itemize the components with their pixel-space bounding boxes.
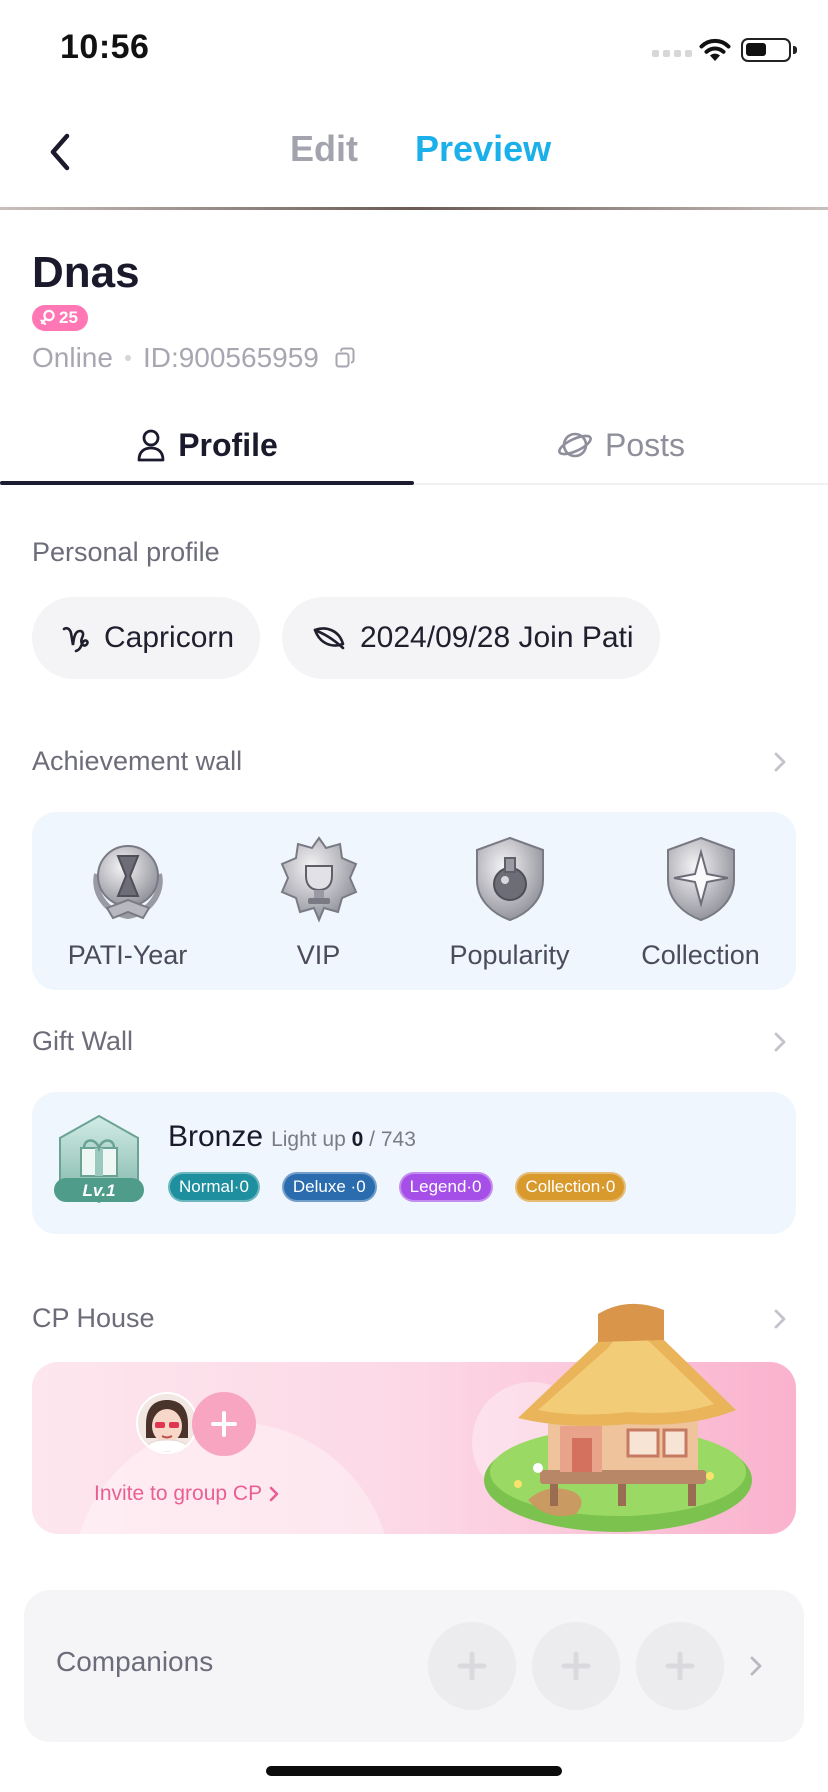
gift-light-up-prefix: Light up bbox=[271, 1128, 346, 1151]
gift-wall-card[interactable]: Lv.1 Bronze Light up 0 / 743 Normal·0 De… bbox=[32, 1092, 796, 1234]
house-illustration-icon bbox=[484, 1303, 752, 1532]
gift-wall-title: Gift Wall bbox=[32, 1026, 133, 1056]
leaf-icon bbox=[313, 627, 345, 650]
companions-chevron-right-icon[interactable] bbox=[748, 1656, 764, 1676]
plus-icon bbox=[561, 1651, 591, 1681]
tab-posts[interactable]: Posts bbox=[414, 405, 828, 485]
badge-collection[interactable]: Collection bbox=[605, 812, 796, 990]
nav-divider bbox=[0, 207, 828, 210]
cp-house-title: CP House bbox=[32, 1303, 155, 1333]
cellular-signal-icon bbox=[652, 50, 692, 57]
cp-house-chevron-right-icon[interactable] bbox=[770, 1309, 790, 1329]
plus-icon bbox=[211, 1411, 237, 1437]
badge-label: PATI-Year bbox=[67, 940, 188, 970]
companion-slot-add[interactable] bbox=[428, 1622, 516, 1710]
achievement-chevron-right-icon[interactable] bbox=[770, 752, 790, 772]
zodiac-label: Capricorn bbox=[104, 621, 235, 654]
gift-lit-count: 0 bbox=[351, 1128, 364, 1151]
gift-category-pills: Normal·0 Deluxe ·0 Legend·0 Collection·0 bbox=[168, 1172, 627, 1202]
gift-rank-name: Bronze bbox=[168, 1120, 264, 1153]
badge-label: Collection bbox=[641, 940, 760, 970]
star-medal-icon bbox=[666, 836, 735, 922]
potion-medal-icon bbox=[475, 836, 544, 922]
user-id: ID:900565959 bbox=[142, 342, 319, 373]
companions-label: Companions bbox=[56, 1646, 214, 1677]
tab-indicator bbox=[0, 481, 414, 485]
home-indicator[interactable] bbox=[266, 1766, 562, 1776]
pill-collection: Collection·0 bbox=[514, 1172, 627, 1202]
user-meta: Online ID:900565959 bbox=[32, 342, 357, 374]
hourglass-medal-icon bbox=[92, 845, 163, 920]
achievement-wall-title: Achievement wall bbox=[32, 746, 243, 776]
companion-slot-add[interactable] bbox=[636, 1622, 724, 1710]
tab-posts-label: Posts bbox=[604, 426, 686, 463]
chevron-right-icon bbox=[269, 1486, 279, 1502]
personal-profile-title: Personal profile bbox=[32, 537, 220, 567]
profile-tabs: Profile Posts bbox=[0, 405, 828, 485]
achievement-card[interactable]: PATI-Year VIP Popularity Collection bbox=[32, 812, 796, 990]
pill-normal: Normal·0 bbox=[168, 1172, 260, 1202]
join-date-chip: 2024/09/28 Join Pati bbox=[282, 597, 660, 679]
trophy-medal-icon bbox=[280, 836, 357, 923]
add-cp-button[interactable] bbox=[192, 1392, 256, 1456]
online-status: Online bbox=[32, 342, 113, 373]
female-icon bbox=[40, 309, 55, 326]
gift-wall-chevron-right-icon[interactable] bbox=[770, 1032, 790, 1052]
badge-label: Popularity bbox=[449, 940, 570, 970]
copy-icon[interactable] bbox=[333, 346, 357, 370]
tab-profile[interactable]: Profile bbox=[0, 405, 414, 485]
back-button[interactable] bbox=[30, 122, 90, 182]
avatar[interactable] bbox=[136, 1392, 198, 1454]
gift-total: / 743 bbox=[369, 1128, 416, 1151]
capricorn-icon bbox=[62, 626, 89, 653]
badge-vip[interactable]: VIP bbox=[223, 812, 414, 990]
zodiac-chip: Capricorn bbox=[32, 597, 261, 679]
invite-cp-link[interactable]: Invite to group CP bbox=[94, 1482, 280, 1506]
user-age: 25 bbox=[59, 308, 78, 327]
chevron-left-icon bbox=[50, 133, 70, 171]
join-date-label: 2024/09/28 Join Pati bbox=[360, 621, 634, 654]
avatar-image bbox=[138, 1394, 196, 1452]
plus-icon bbox=[457, 1651, 487, 1681]
battery-icon bbox=[741, 38, 797, 62]
gender-age-badge: 25 bbox=[32, 305, 88, 331]
user-name: Dnas bbox=[32, 248, 140, 297]
badge-popularity[interactable]: Popularity bbox=[414, 812, 605, 990]
badge-label: VIP bbox=[296, 940, 341, 970]
tab-preview[interactable]: Preview bbox=[415, 128, 551, 170]
badge-pati-year[interactable]: PATI-Year bbox=[32, 812, 223, 990]
wifi-icon bbox=[699, 38, 731, 61]
gift-rank-row: Bronze Light up 0 / 743 bbox=[168, 1120, 416, 1154]
plus-icon bbox=[665, 1651, 695, 1681]
pill-deluxe: Deluxe ·0 bbox=[281, 1172, 377, 1202]
tab-profile-label: Profile bbox=[178, 426, 278, 463]
planet-icon bbox=[558, 432, 592, 458]
pill-legend: Legend·0 bbox=[398, 1172, 493, 1202]
tab-edit[interactable]: Edit bbox=[290, 128, 358, 170]
companions-card[interactable]: Companions bbox=[24, 1590, 804, 1742]
separator-dot bbox=[124, 355, 131, 361]
gift-level-label: Lv.1 bbox=[82, 1181, 115, 1200]
person-icon bbox=[137, 429, 165, 462]
status-bar: 10:56 bbox=[0, 0, 828, 100]
gift-level-badge-icon: Lv.1 bbox=[54, 1114, 144, 1204]
top-nav: Edit Preview bbox=[0, 100, 828, 210]
invite-cp-text: Invite to group CP bbox=[94, 1482, 263, 1505]
status-time: 10:56 bbox=[60, 28, 150, 66]
companion-slot-add[interactable] bbox=[532, 1622, 620, 1710]
gift-light-up: Light up 0 / 743 bbox=[271, 1128, 416, 1152]
